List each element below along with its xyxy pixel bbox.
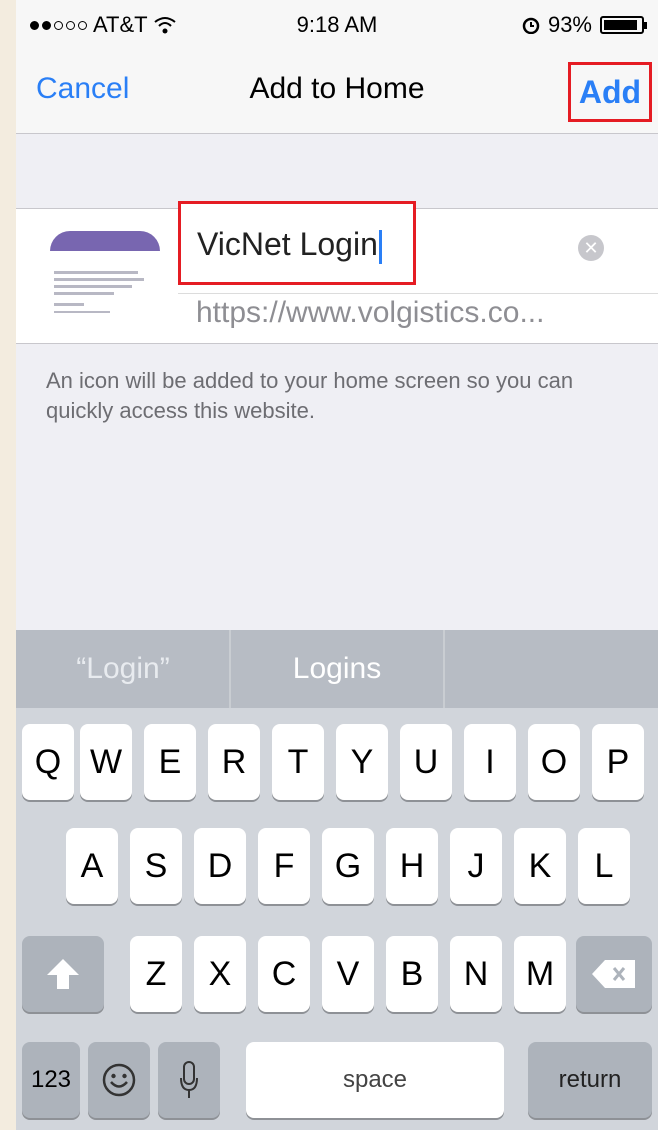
emoji-smiley-icon: [102, 1063, 136, 1097]
delete-key[interactable]: [576, 936, 652, 1012]
key-d[interactable]: D: [194, 828, 246, 904]
page-title: Add to Home: [249, 72, 425, 105]
add-button[interactable]: Add: [568, 62, 652, 122]
microphone-icon: [180, 1061, 198, 1098]
numbers-key[interactable]: 123: [22, 1042, 80, 1118]
battery-icon: [600, 16, 647, 34]
shift-arrow-icon: [47, 959, 79, 989]
key-g[interactable]: G: [322, 828, 374, 904]
key-c[interactable]: C: [258, 936, 310, 1012]
backspace-icon: [592, 960, 635, 988]
key-a[interactable]: A: [66, 828, 118, 904]
dictation-key[interactable]: [158, 1042, 220, 1118]
key-k[interactable]: K: [514, 828, 566, 904]
shift-key[interactable]: [22, 936, 104, 1012]
website-thumbnail: [50, 231, 160, 323]
key-j[interactable]: J: [450, 828, 502, 904]
key-m[interactable]: M: [514, 936, 566, 1012]
help-text: An icon will be added to your home scree…: [46, 368, 574, 423]
key-b[interactable]: B: [386, 936, 438, 1012]
suggestion-1[interactable]: “Login”: [16, 630, 230, 708]
clear-text-icon[interactable]: ✕: [578, 235, 604, 261]
name-input-value: VicNet Login: [197, 226, 378, 262]
key-i[interactable]: I: [464, 724, 516, 800]
phone-screen: AT&T 9:18 AM 93% Cancel Add to Home Add: [16, 0, 658, 1130]
keyboard: Q W E R T Y U I O P A S D F G H J K L Z …: [16, 708, 658, 1130]
key-h[interactable]: H: [386, 828, 438, 904]
key-w[interactable]: W: [80, 724, 132, 800]
key-f[interactable]: F: [258, 828, 310, 904]
key-e[interactable]: E: [144, 724, 196, 800]
status-bar: AT&T 9:18 AM 93%: [16, 0, 658, 46]
alarm-icon: [522, 17, 540, 34]
battery-percent: 93%: [547, 12, 592, 37]
space-key[interactable]: space: [246, 1042, 504, 1118]
return-key[interactable]: return: [528, 1042, 652, 1118]
suggestion-3[interactable]: [444, 630, 658, 708]
key-t[interactable]: T: [272, 724, 324, 800]
home-screen-name-input[interactable]: VicNet Login: [178, 201, 416, 285]
key-p[interactable]: P: [592, 724, 644, 800]
key-x[interactable]: X: [194, 936, 246, 1012]
navigation-bar: Cancel Add to Home Add: [16, 46, 658, 134]
text-caret: [378, 229, 382, 264]
emoji-key[interactable]: [88, 1042, 150, 1118]
key-r[interactable]: R: [208, 724, 260, 800]
add-to-home-form: VicNet Login ✕ https://www.volgistics.co…: [16, 201, 658, 344]
field-divider: [178, 293, 658, 294]
predictive-text-bar: “Login” Logins: [16, 630, 658, 708]
key-s[interactable]: S: [130, 828, 182, 904]
key-o[interactable]: O: [528, 724, 580, 800]
key-v[interactable]: V: [322, 936, 374, 1012]
key-l[interactable]: L: [578, 828, 630, 904]
website-url: https://www.volgistics.co...: [196, 296, 545, 329]
key-y[interactable]: Y: [336, 724, 388, 800]
key-n[interactable]: N: [450, 936, 502, 1012]
suggestion-2[interactable]: Logins: [230, 630, 444, 708]
status-right: 93%: [522, 12, 647, 38]
key-q[interactable]: Q: [22, 724, 74, 800]
key-z[interactable]: Z: [130, 936, 182, 1012]
key-u[interactable]: U: [400, 724, 452, 800]
